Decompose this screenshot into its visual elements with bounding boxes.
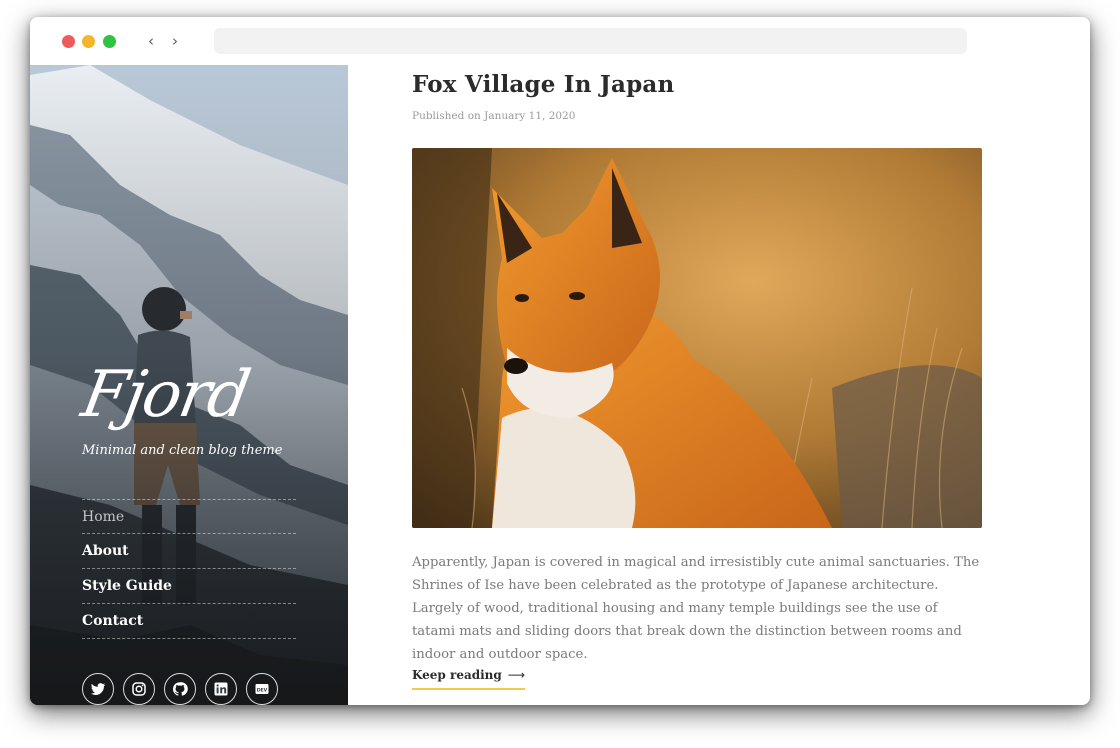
site-logo[interactable]: Fjord <box>76 357 253 433</box>
minimize-window-button[interactable] <box>82 35 95 48</box>
social-links: DEV <box>82 673 278 705</box>
post-excerpt: Apparently, Japan is covered in magical … <box>412 555 980 662</box>
arrow-right-icon: ⟶ <box>507 668 526 682</box>
post-date: Published on January 11, 2020 <box>412 110 576 122</box>
post-featured-image[interactable] <box>412 148 982 528</box>
site-tagline: Minimal and clean blog theme <box>82 443 283 458</box>
main-menu: Home About Style Guide Contact <box>82 499 296 639</box>
maximize-window-button[interactable] <box>103 35 116 48</box>
menu-item-style-guide[interactable]: Style Guide <box>82 569 296 604</box>
menu-item-contact[interactable]: Contact <box>82 604 296 639</box>
post-title[interactable]: Fox Village In Japan <box>412 71 982 98</box>
chevron-right-icon[interactable]: › <box>167 33 183 49</box>
chevron-left-icon[interactable]: ‹ <box>143 33 159 49</box>
fox-image <box>412 148 982 528</box>
address-bar[interactable] <box>214 28 967 54</box>
linkedin-icon[interactable] <box>205 673 237 705</box>
menu-item-about[interactable]: About <box>82 534 296 569</box>
keep-reading-link[interactable]: Keep reading ⟶ <box>412 668 526 690</box>
sidebar: Fjord Minimal and clean blog theme Home … <box>30 65 348 705</box>
svg-text:DEV: DEV <box>257 687 268 693</box>
browser-window: ‹ › Fjord Minimal and clean blog theme H… <box>30 17 1090 705</box>
keep-reading-label: Keep reading <box>412 668 502 682</box>
dev-icon[interactable]: DEV <box>246 673 278 705</box>
instagram-icon[interactable] <box>123 673 155 705</box>
close-window-button[interactable] <box>62 35 75 48</box>
menu-item-home[interactable]: Home <box>82 499 296 534</box>
browser-toolbar: ‹ › <box>30 17 1090 65</box>
twitter-icon[interactable] <box>82 673 114 705</box>
github-icon[interactable] <box>164 673 196 705</box>
